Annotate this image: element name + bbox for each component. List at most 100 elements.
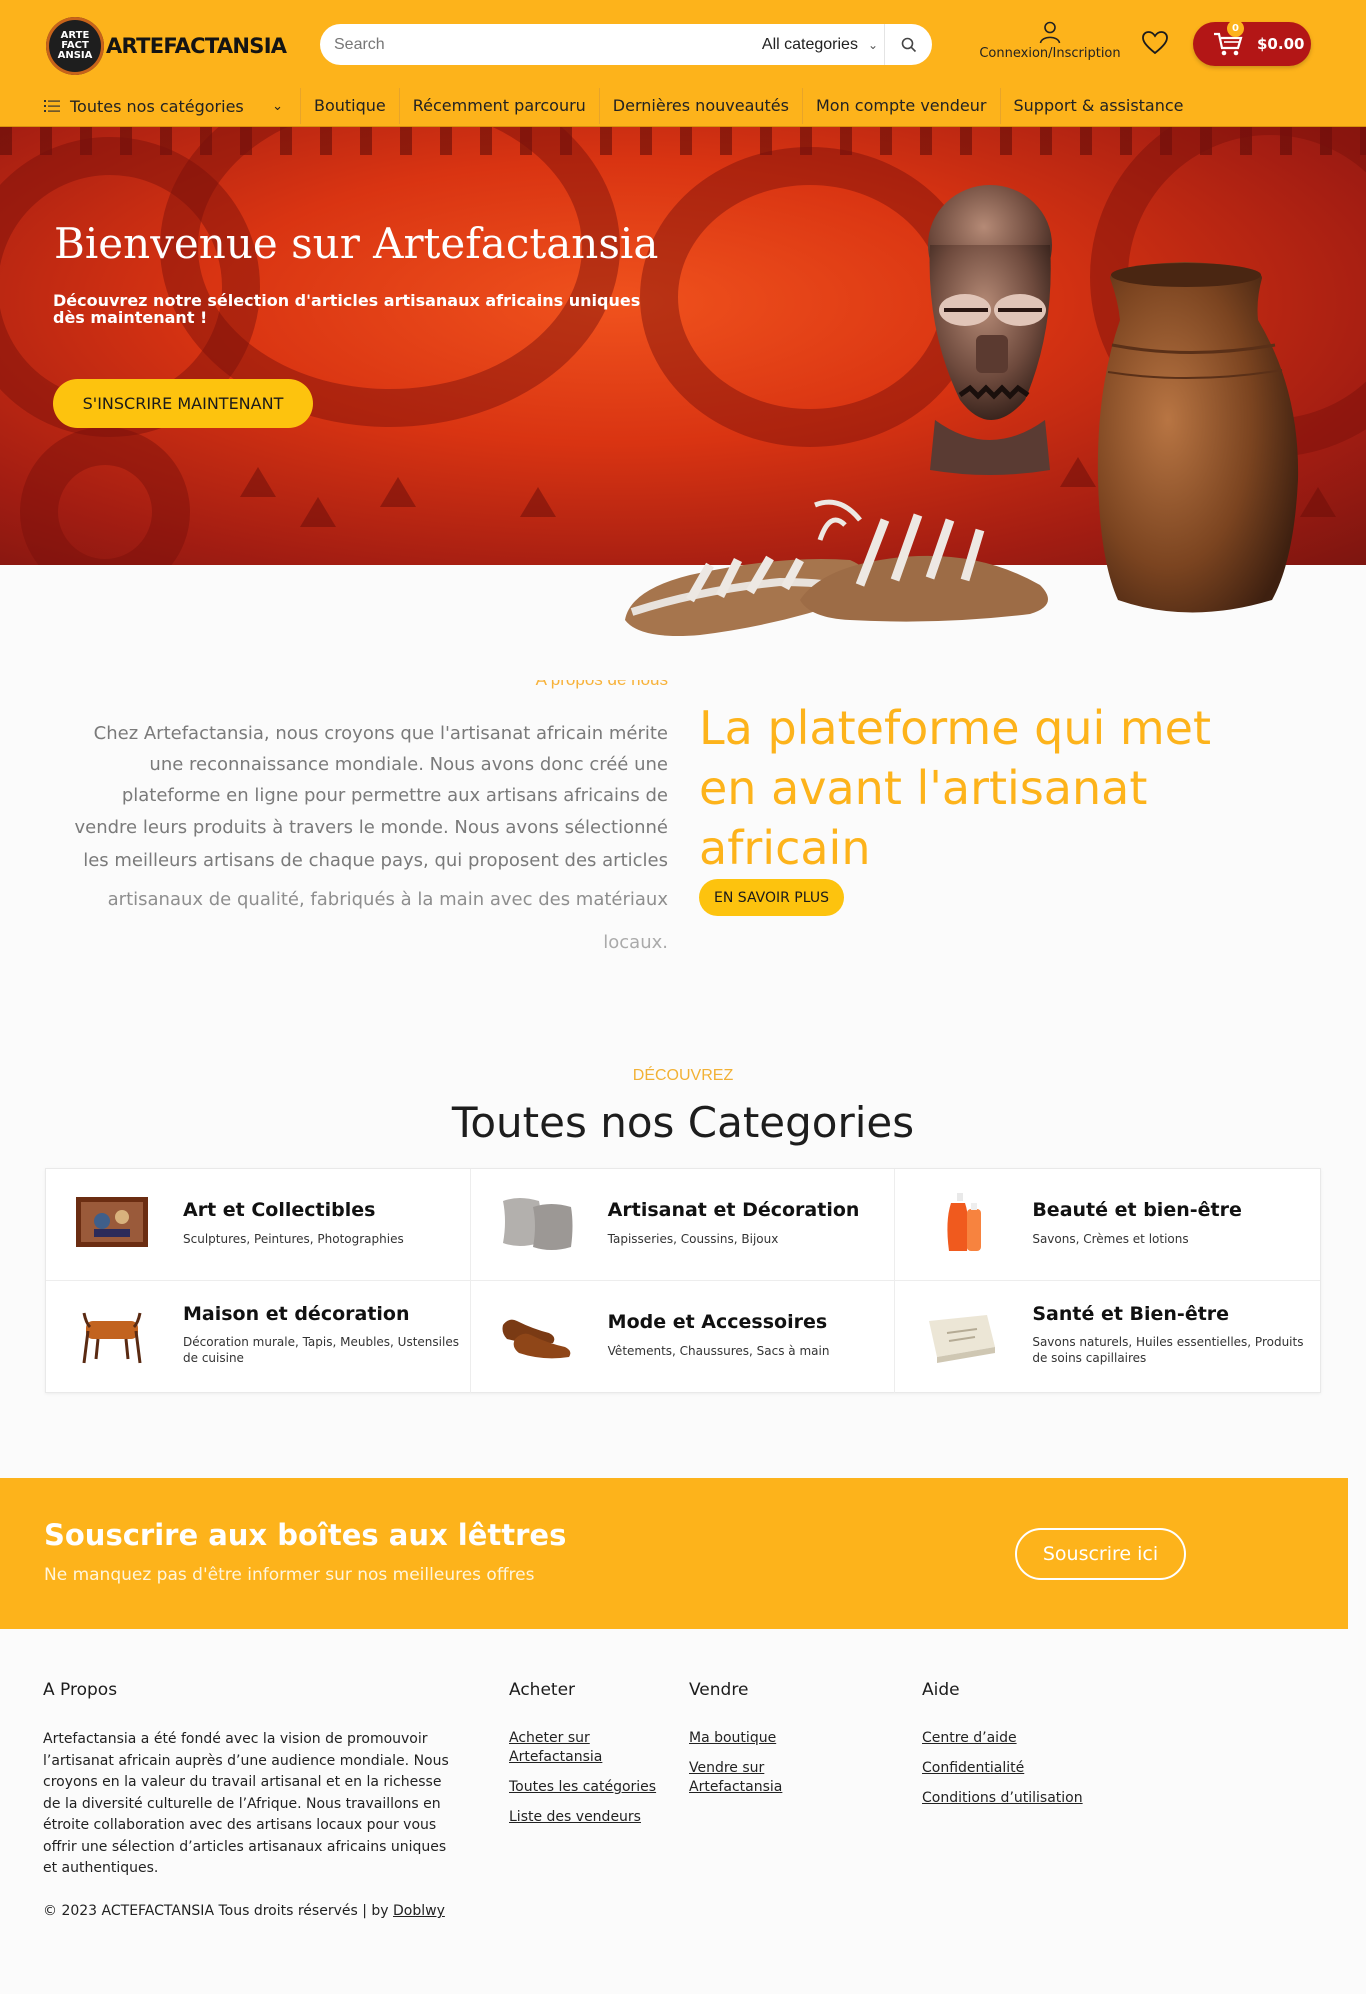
cart-amount: $0.00 bbox=[1257, 35, 1305, 53]
nav-link-support[interactable]: Support & assistance bbox=[999, 88, 1197, 124]
cart-count-badge: 0 bbox=[1227, 20, 1244, 37]
all-categories-label: Toutes nos catégories bbox=[70, 96, 244, 116]
about-line: vendre leurs produits à travers le monde… bbox=[74, 817, 668, 838]
site-logo[interactable]: ARTE FACT ANSIA ARTEFACTANSIA bbox=[46, 16, 287, 76]
category-desc: Tapisseries, Coussins, Bijoux bbox=[607, 1232, 779, 1246]
about-line: locaux. bbox=[603, 932, 668, 953]
category-desc: Vêtements, Chaussures, Sacs à main bbox=[607, 1344, 830, 1358]
category-desc: Décoration murale, Tapis, Meubles, Usten… bbox=[183, 1335, 459, 1365]
about-line: Chez Artefactansia, nous croyons que l'a… bbox=[93, 723, 668, 744]
user-icon bbox=[1039, 21, 1061, 44]
about-heading: La plateforme qui met en avant l'artisan… bbox=[699, 701, 1212, 875]
footer-link[interactable]: Ma boutique bbox=[689, 1729, 829, 1748]
footer-col-title: Vendre bbox=[689, 1680, 749, 1700]
categories-kicker: DÉCOUVREZ bbox=[632, 1067, 734, 1084]
logo-badge: ARTE FACT ANSIA bbox=[46, 17, 104, 75]
hero-pattern-triangle bbox=[380, 477, 416, 507]
about-label: A propos de nous bbox=[490, 680, 668, 694]
newsletter-banner: Souscrire aux boîtes aux lêttres Ne manq… bbox=[0, 1478, 1348, 1629]
hero-pattern-arc bbox=[1090, 127, 1366, 457]
account-label: Connexion/Inscription bbox=[979, 46, 1121, 61]
painting-icon bbox=[76, 1197, 148, 1247]
hero-pattern-arc bbox=[20, 427, 190, 565]
category-card[interactable]: Artisanat et Décoration Tapisseries, Cou… bbox=[470, 1169, 896, 1281]
category-name: Art et Collectibles bbox=[183, 1199, 376, 1221]
nav-link-boutique[interactable]: Boutique bbox=[300, 88, 399, 124]
category-name: Maison et décoration bbox=[183, 1303, 410, 1325]
category-select-value: All categories bbox=[761, 35, 858, 53]
all-categories-menu[interactable]: Toutes nos catégories ⌄ bbox=[44, 88, 289, 124]
account-link[interactable]: Connexion/Inscription bbox=[975, 20, 1125, 61]
credit-link[interactable]: Doblwy bbox=[393, 1903, 445, 1919]
cart-button[interactable]: 0 $0.00 bbox=[1193, 20, 1311, 66]
search-input[interactable] bbox=[334, 35, 734, 54]
soap-bar-icon bbox=[929, 1315, 996, 1363]
category-card[interactable]: Mode et Accessoires Vêtements, Chaussure… bbox=[471, 1281, 896, 1393]
hero-subtitle: Découvrez notre sélection d'articles art… bbox=[53, 291, 641, 327]
heart-icon[interactable] bbox=[1141, 29, 1169, 57]
about-line: les meilleurs artisans de chaque pays, q… bbox=[83, 850, 668, 871]
footer-links-help: Centre d’aide Confidentialité Conditions… bbox=[922, 1729, 1142, 1819]
about-label-text: A propos de nous bbox=[536, 680, 668, 689]
hero-pattern-triangle bbox=[240, 467, 276, 497]
logo-badge-line: ANSIA bbox=[57, 50, 93, 61]
category-card[interactable]: Santé et Bien-être Savons naturels, Huil… bbox=[895, 1281, 1320, 1393]
hero-pattern-triangle bbox=[1060, 457, 1096, 487]
nav-link-vendor-account[interactable]: Mon compte vendeur bbox=[801, 88, 1000, 124]
category-name: Beauté et bien-être bbox=[1032, 1199, 1242, 1221]
subscribe-button[interactable]: Souscrire ici bbox=[1015, 1528, 1186, 1580]
footer-link[interactable]: Centre d’aide bbox=[922, 1729, 1142, 1748]
footer-link[interactable]: Toutes les catégories bbox=[509, 1778, 684, 1797]
hero-pattern-arc bbox=[640, 147, 980, 447]
newsletter-subtitle: Ne manquez pas d'être informer sur nos m… bbox=[44, 1565, 535, 1585]
nav-link-new[interactable]: Dernières nouveautés bbox=[598, 88, 802, 124]
category-name: Mode et Accessoires bbox=[607, 1311, 828, 1333]
category-card[interactable]: Maison et décoration Décoration murale, … bbox=[46, 1281, 471, 1393]
footer-col-title: Aide bbox=[922, 1680, 960, 1700]
about-line: une reconnaissance mondiale. Nous avons … bbox=[149, 754, 668, 775]
hero-pattern-triangle bbox=[300, 497, 336, 527]
category-name: Artisanat et Décoration bbox=[607, 1199, 860, 1221]
nav-link-recent[interactable]: Récemment parcouru bbox=[398, 88, 599, 124]
category-card[interactable]: Art et Collectibles Sculptures, Peinture… bbox=[46, 1169, 471, 1281]
footer-about-title: A Propos bbox=[43, 1680, 118, 1700]
category-desc: Savons naturels, Huiles essentielles, Pr… bbox=[1032, 1335, 1304, 1365]
categories-grid: Art et Collectibles Sculptures, Peinture… bbox=[45, 1168, 1321, 1393]
about-line: plateforme en ligne pour permettre aux a… bbox=[121, 785, 668, 806]
about-paragraph: Chez Artefactansia, nous croyons que l'a… bbox=[70, 718, 668, 964]
hero-banner: Bienvenue sur Artefactansia Découvrez no… bbox=[0, 127, 1366, 565]
site-header: ARTE FACT ANSIA ARTEFACTANSIA All catego… bbox=[0, 0, 1366, 127]
footer-link[interactable]: Acheter sur Artefactansia bbox=[509, 1729, 684, 1767]
copyright: © 2023 ACTEFACTANSIA Tous droits réservé… bbox=[43, 1903, 445, 1919]
footer-about-text: Artefactansia a été fondé avec la vision… bbox=[43, 1731, 449, 1876]
learn-more-button[interactable]: EN SAVOIR PLUS bbox=[699, 879, 844, 916]
category-desc: Sculptures, Peintures, Photographies bbox=[183, 1232, 404, 1246]
lotion-bottles-icon bbox=[947, 1193, 982, 1251]
chevron-down-icon: ⌄ bbox=[867, 37, 878, 52]
category-card[interactable]: Beauté et bien-être Savons, Crèmes et lo… bbox=[895, 1169, 1320, 1281]
search-bar: All categories ⌄ bbox=[320, 24, 932, 65]
hero-pattern-triangle bbox=[520, 487, 556, 517]
category-desc: Savons, Crèmes et lotions bbox=[1032, 1232, 1189, 1246]
footer-links-buy: Acheter sur Artefactansia Toutes les cat… bbox=[509, 1729, 684, 1838]
shoes-icon bbox=[502, 1319, 570, 1359]
footer-col-title: Acheter bbox=[509, 1680, 576, 1700]
logo-text: ARTEFACTANSIA bbox=[106, 34, 287, 58]
about-line: artisanaux de qualité, fabriqués à la ma… bbox=[107, 889, 668, 910]
footer-link[interactable]: Vendre sur Artefactansia bbox=[689, 1759, 829, 1797]
newsletter-title: Souscrire aux boîtes aux lêttres bbox=[44, 1518, 567, 1552]
category-name: Santé et Bien-être bbox=[1032, 1303, 1230, 1325]
footer-link[interactable]: Confidentialité bbox=[922, 1759, 1142, 1778]
footer-link[interactable]: Liste des vendeurs bbox=[509, 1808, 684, 1827]
signup-now-button[interactable]: S'INSCRIRE MAINTENANT bbox=[53, 379, 313, 428]
hero-title: Bienvenue sur Artefactansia bbox=[54, 219, 659, 268]
hero-pattern-triangle bbox=[1300, 487, 1336, 517]
footer-link[interactable]: Conditions d’utilisation bbox=[922, 1789, 1142, 1808]
main-nav: Toutes nos catégories ⌄ Boutique Récemme… bbox=[0, 88, 1366, 126]
search-button[interactable] bbox=[884, 24, 932, 65]
bench-icon bbox=[82, 1312, 142, 1364]
category-select[interactable]: All categories ⌄ bbox=[762, 24, 878, 65]
copyright-text: © 2023 ACTEFACTANSIA Tous droits réservé… bbox=[43, 1903, 393, 1919]
footer-links-sell: Ma boutique Vendre sur Artefactansia bbox=[689, 1729, 829, 1808]
list-icon bbox=[44, 100, 60, 112]
